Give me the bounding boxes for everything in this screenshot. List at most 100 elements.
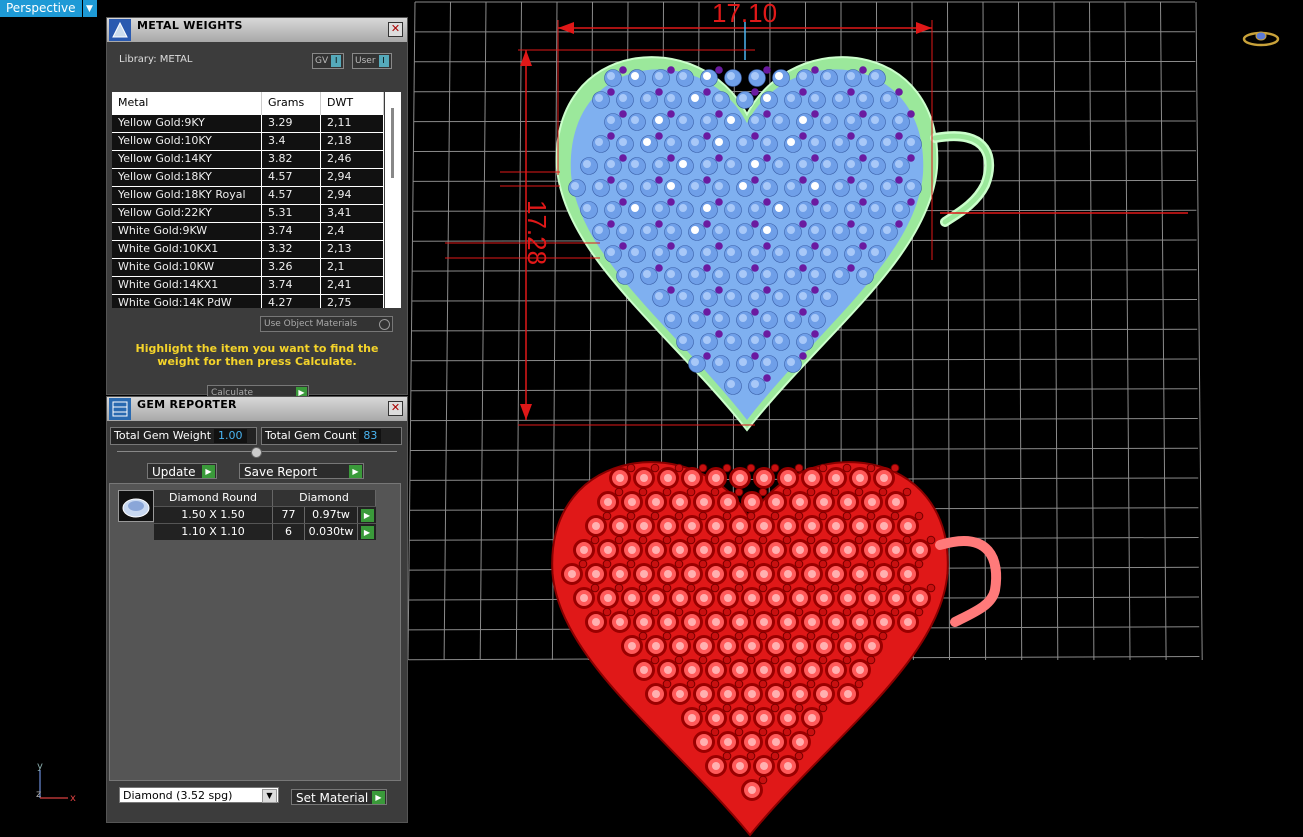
user-toggle[interactable]: User I (352, 53, 392, 69)
setting-hole (700, 546, 708, 554)
gem-highlight (847, 248, 855, 256)
column-header-dwt[interactable]: DWT (321, 92, 384, 115)
gv-toggle[interactable]: GV I (312, 53, 345, 69)
table-row[interactable]: White Gold:14KX1 3.74 2,41 (112, 277, 384, 295)
gem-highlight (619, 270, 627, 278)
gem-reporter-titlebar[interactable]: GEM REPORTER ✕ (107, 397, 407, 421)
setting-hole (724, 690, 732, 698)
table-row[interactable]: White Gold:9KW 3.74 2,4 (112, 223, 384, 241)
table-row[interactable]: White Gold:14K PdW 4.27 2,75 (112, 295, 384, 308)
metal-table[interactable]: Metal Grams DWT Yellow Gold:9KY 3.29 2,11 Y… (112, 92, 384, 308)
dwt-cell: 2,11 (321, 115, 384, 132)
chevron-down-icon[interactable]: ▼ (82, 0, 97, 17)
prong-bead (655, 220, 663, 228)
setting-hole (868, 546, 876, 554)
prong-bead (619, 110, 627, 118)
prong-bead (763, 286, 771, 294)
dwt-cell: 2,46 (321, 151, 384, 168)
prong-bead (895, 176, 903, 184)
axis-y-label: y (37, 761, 43, 772)
setting-hole (916, 594, 924, 602)
table-row[interactable]: Yellow Gold:14KY 3.82 2,46 (112, 151, 384, 169)
prong-bead (698, 463, 708, 473)
setting-hole (856, 474, 864, 482)
gem-highlight (631, 160, 639, 168)
prong-bead (890, 607, 900, 617)
prong-bead (799, 132, 807, 140)
prong-bead (667, 110, 675, 118)
view-mode-dropdown[interactable]: Perspective ▼ (0, 0, 97, 17)
column-header-metal[interactable]: Metal (112, 92, 262, 115)
setting-hole (724, 498, 732, 506)
prong-bead (902, 583, 912, 593)
prong-bead (638, 535, 648, 545)
setting-hole (772, 498, 780, 506)
set-material-button[interactable]: Set Material ▶ (291, 789, 387, 805)
setting-hole (748, 642, 756, 650)
gem-highlight (811, 138, 819, 146)
setting-hole (652, 594, 660, 602)
setting-hole (700, 738, 708, 746)
prong-bead (866, 559, 876, 569)
table-row[interactable]: Yellow Gold:9KY 3.29 2,11 (112, 115, 384, 133)
ring-icon[interactable] (1242, 28, 1280, 48)
gem-highlight (811, 94, 819, 102)
metal-weights-titlebar[interactable]: METAL WEIGHTS ✕ (107, 18, 407, 42)
prong-bead (626, 607, 636, 617)
gem-highlight (775, 116, 783, 124)
close-icon[interactable]: ✕ (388, 22, 403, 37)
setting-hole (736, 714, 744, 722)
prong-bead (715, 198, 723, 206)
setting-hole (640, 522, 648, 530)
view-mode-label[interactable]: Perspective (0, 0, 82, 17)
setting-hole (652, 546, 660, 554)
table-row[interactable]: Yellow Gold:10KY 3.4 2,18 (112, 133, 384, 151)
gem-highlight (775, 204, 783, 212)
material-select[interactable]: Diamond (3.52 spg) ▼ (119, 787, 279, 803)
gem-highlight (799, 292, 807, 300)
setting-hole (784, 666, 792, 674)
gem-highlight (727, 336, 735, 344)
table-row[interactable]: 1.50 X 1.50 77 0.97tw ▶ (154, 507, 376, 524)
splitter-handle[interactable] (251, 447, 262, 458)
prong-bead (722, 655, 732, 665)
prong-bead (710, 487, 720, 497)
close-icon[interactable]: ✕ (388, 401, 403, 416)
table-row[interactable]: 1.10 X 1.10 6 0.030tw ▶ (154, 524, 376, 541)
row-action-button[interactable]: ▶ (358, 524, 376, 540)
save-report-button[interactable]: Save Report ▶ (239, 463, 364, 479)
update-button[interactable]: Update ▶ (147, 463, 217, 479)
prong-bead (686, 679, 696, 689)
dwt-cell: 2,18 (321, 133, 384, 150)
total-gem-weight: Total Gem Weight 1.00 (110, 427, 257, 445)
column-header-grams[interactable]: Grams (262, 92, 321, 115)
table-row[interactable]: Yellow Gold:18KY Royal 4.57 2,94 (112, 187, 384, 205)
metal-name-cell: Yellow Gold:22KY (112, 205, 262, 222)
gem-table[interactable]: Diamond Round Diamond 1.50 X 1.50 77 0.97t… (154, 490, 376, 541)
setting-hole (796, 594, 804, 602)
prong-bead (655, 132, 663, 140)
setting-hole (808, 474, 816, 482)
prong-bead (866, 463, 876, 473)
gem-highlight (751, 248, 759, 256)
prong-bead (854, 631, 864, 641)
table-row[interactable]: White Gold:10KW 3.26 2,1 (112, 259, 384, 277)
setting-hole (748, 738, 756, 746)
setting-hole (844, 594, 852, 602)
prong-bead (794, 559, 804, 569)
table-row[interactable]: Yellow Gold:18KY 4.57 2,94 (112, 169, 384, 187)
setting-hole (604, 594, 612, 602)
use-object-materials-toggle[interactable]: Use Object Materials (260, 316, 393, 332)
grams-cell: 3.82 (262, 151, 321, 168)
prong-bead (811, 66, 819, 74)
gem-highlight (763, 138, 771, 146)
table-row[interactable]: White Gold:10KX1 3.32 2,13 (112, 241, 384, 259)
table-row[interactable]: Yellow Gold:22KY 5.31 3,41 (112, 205, 384, 223)
setting-hole (748, 498, 756, 506)
grams-cell: 3.74 (262, 223, 321, 240)
gem-highlight (799, 248, 807, 256)
metal-table-scrollbar[interactable] (385, 92, 401, 308)
gem-list-area[interactable]: Diamond Round Diamond 1.50 X 1.50 77 0.97t… (109, 483, 401, 781)
row-action-button[interactable]: ▶ (358, 507, 376, 523)
dimension-height-label: 17.28 (522, 200, 552, 265)
